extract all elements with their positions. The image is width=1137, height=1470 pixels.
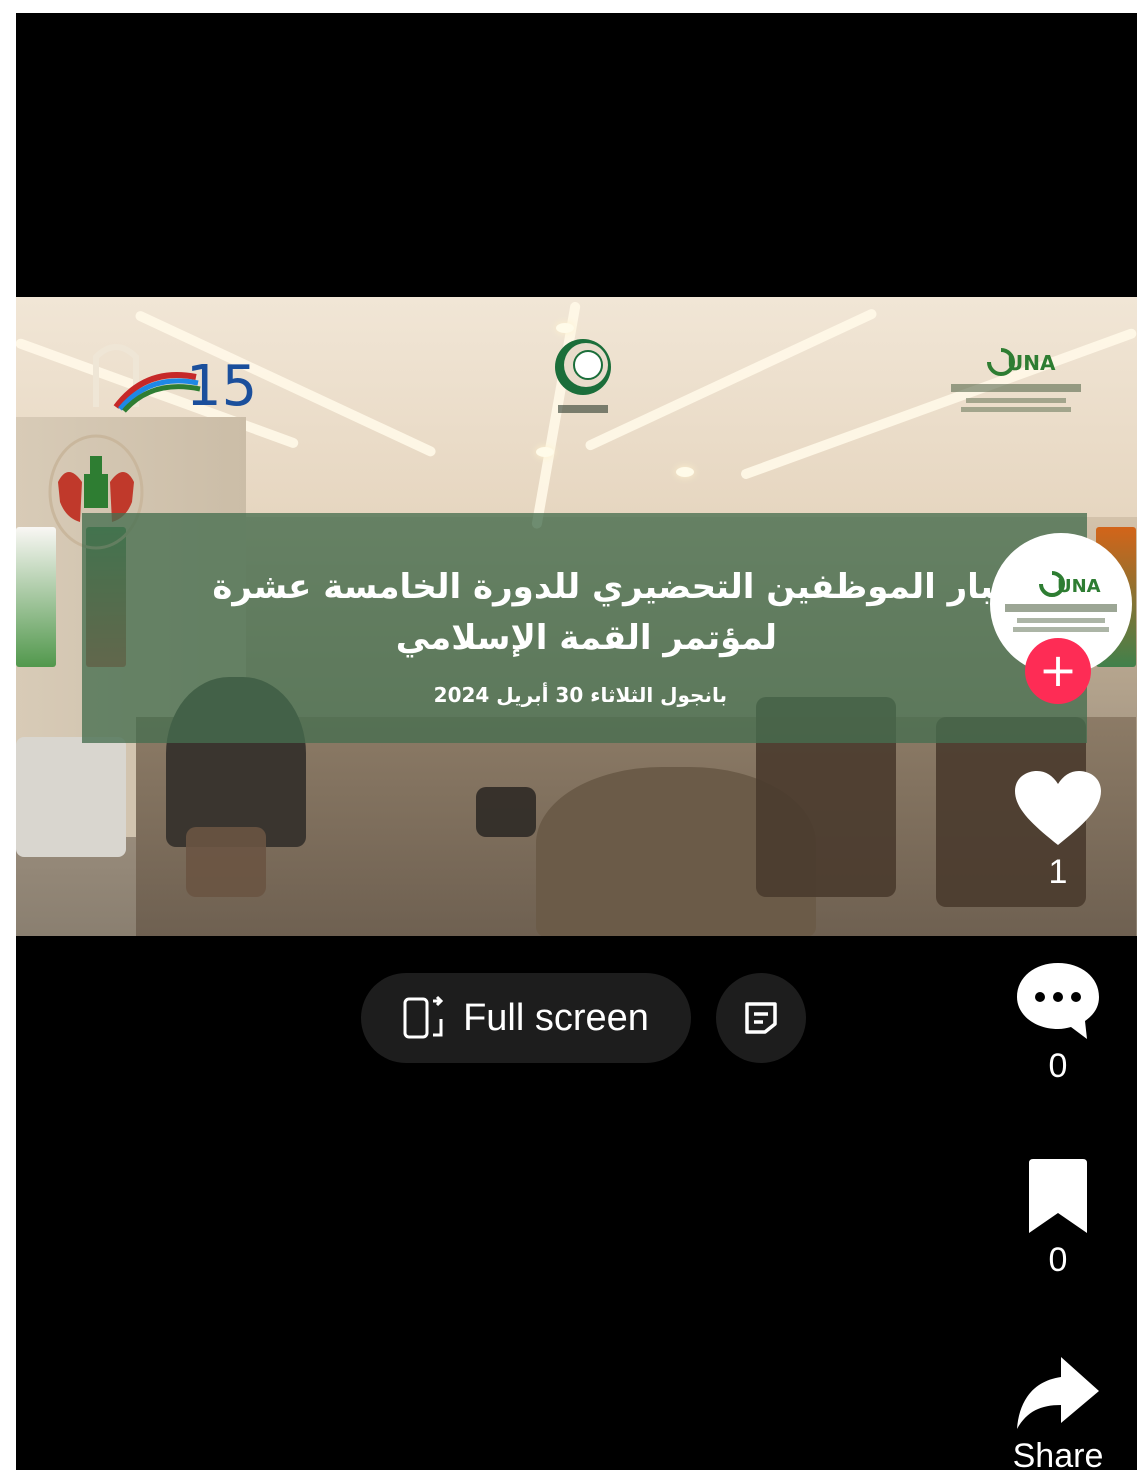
comment-icon <box>1017 963 1099 1039</box>
video-title-line2: لمؤتمر القمة الإسلامي <box>395 618 777 658</box>
full-screen-button[interactable]: Full screen <box>361 973 691 1063</box>
svg-text:UNA: UNA <box>1007 351 1056 375</box>
rotate-screen-icon <box>403 995 444 1039</box>
video-frame[interactable]: 15 UNA تماع كبار الموظفين التحضيري للدور… <box>16 297 1137 936</box>
ceiling-lamp <box>676 467 694 477</box>
heart-icon <box>1015 771 1101 845</box>
chair <box>16 737 126 857</box>
share-label: Share <box>1012 1437 1104 1470</box>
like-button[interactable]: 1 <box>1008 769 1108 892</box>
follow-plus-button[interactable]: + <box>1025 638 1091 704</box>
title-banner: تماع كبار الموظفين التحضيري للدورة الخام… <box>82 513 1097 743</box>
plus-icon: + <box>1038 643 1078 697</box>
una-logo: UNA <box>951 348 1081 412</box>
video-subtitle: بانجول الثلاثاء 30 أبريل 2024 <box>433 683 727 707</box>
video-feed-screen: 15 UNA تماع كبار الموظفين التحضيري للدور… <box>16 13 1137 1470</box>
ceiling-lamp <box>556 323 574 333</box>
comment-count: 0 <box>1048 1047 1068 1085</box>
svg-text:15: 15 <box>186 354 256 417</box>
summit-15-logo: 15 <box>93 344 256 417</box>
bag <box>476 787 536 837</box>
save-count: 0 <box>1048 1241 1068 1279</box>
share-arrow-icon <box>1017 1357 1099 1429</box>
full-screen-label: Full screen <box>463 996 649 1039</box>
svg-text:UNA: UNA <box>1057 576 1101 597</box>
more-options-button[interactable] <box>716 973 806 1063</box>
comment-button[interactable]: 0 <box>1008 959 1108 1086</box>
share-button[interactable]: Share <box>1008 1353 1108 1470</box>
bookmark-icon <box>1029 1159 1087 1233</box>
more-icon <box>745 1002 777 1034</box>
briefcase <box>186 827 266 897</box>
ceiling-lamp <box>536 447 554 457</box>
like-count: 1 <box>1048 853 1068 891</box>
video-title-line1: تماع كبار الموظفين التحضيري للدورة الخام… <box>212 567 1097 607</box>
save-button[interactable]: 0 <box>1008 1157 1108 1280</box>
oic-logo <box>555 339 611 413</box>
